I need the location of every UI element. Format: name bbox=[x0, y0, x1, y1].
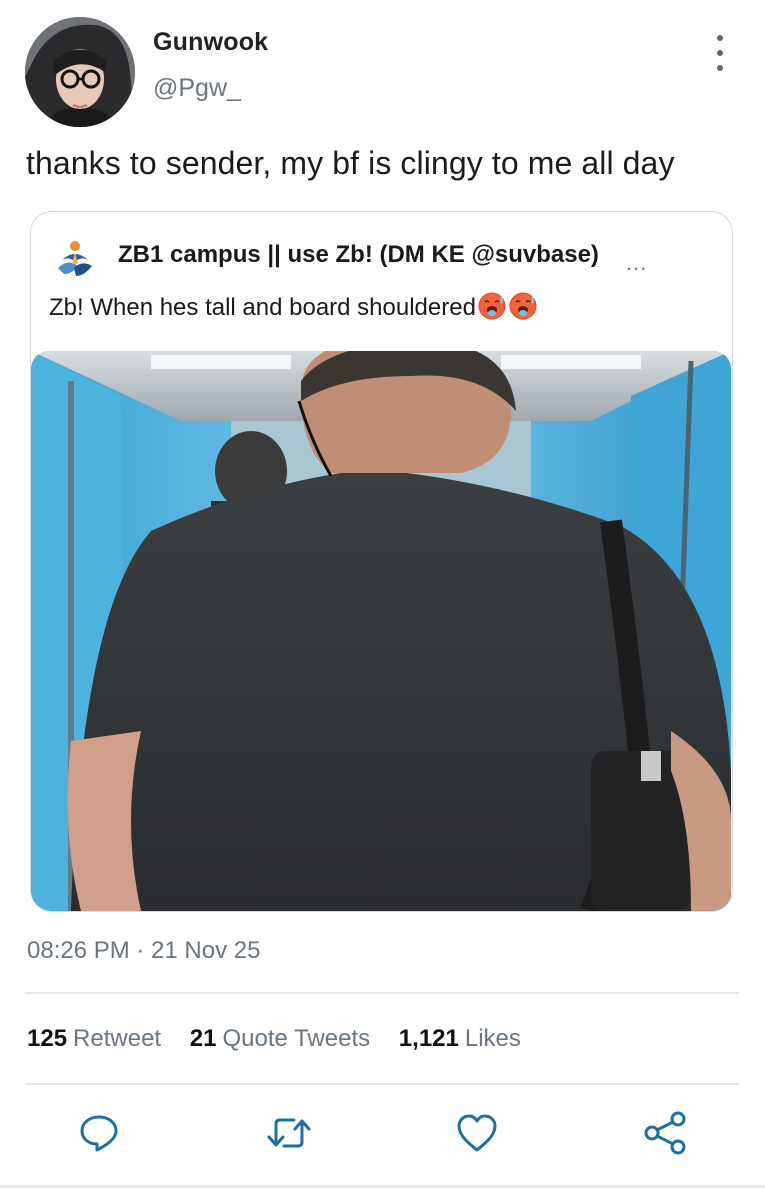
quoted-author-avatar[interactable] bbox=[54, 238, 96, 280]
like-icon bbox=[457, 1114, 497, 1152]
quote-tweets-label: Quote Tweets bbox=[222, 1025, 371, 1052]
retweet-count: 125 bbox=[27, 1025, 68, 1052]
tweet-detail: Gunwook @Pgw_ thanks to sender, my bf is… bbox=[0, 0, 765, 1200]
author-avatar[interactable] bbox=[25, 17, 135, 127]
retweet-button[interactable] bbox=[264, 1108, 314, 1158]
divider bbox=[25, 1083, 739, 1085]
hot-face-emoji-icon bbox=[478, 292, 506, 320]
author-handle[interactable]: @Pgw_ bbox=[153, 74, 241, 103]
likes-count: 1,121 bbox=[398, 1025, 459, 1052]
author-display-name[interactable]: Gunwook bbox=[153, 28, 268, 57]
retweet-label: Retweet bbox=[73, 1025, 162, 1052]
hot-face-emoji-icon bbox=[509, 292, 537, 320]
quoted-video-thumbnail[interactable] bbox=[31, 351, 731, 911]
divider bbox=[25, 992, 739, 994]
tweet-actions bbox=[0, 1108, 765, 1168]
bottom-divider bbox=[0, 1185, 765, 1188]
quoted-author-name[interactable]: ZB1 campus || use Zb! (DM KE @suvbase) bbox=[118, 241, 599, 269]
more-vertical-icon-dot bbox=[717, 50, 723, 56]
tweet-timestamp[interactable]: 08:26 PM · 21 Nov 25 bbox=[27, 937, 260, 965]
likes-link[interactable]: 1,121 Likes bbox=[399, 1025, 521, 1053]
reply-button[interactable] bbox=[74, 1108, 124, 1158]
campus-logo-icon bbox=[58, 241, 92, 276]
avatar-photo bbox=[25, 17, 135, 127]
engagement-stats: 125 Retweet 21 Quote Tweets 1,121 Likes bbox=[27, 1025, 543, 1053]
quoted-tweet-body: Zb! When hes tall and board shouldered bbox=[49, 294, 476, 321]
more-vertical-icon bbox=[717, 35, 723, 41]
retweet-icon bbox=[267, 1118, 311, 1148]
video-thumbnail-image bbox=[31, 351, 731, 911]
likes-label: Likes bbox=[464, 1025, 521, 1052]
quoted-tweet-card[interactable]: ZB1 campus || use Zb! (DM KE @suvbase) .… bbox=[30, 211, 733, 912]
tweet-text: thanks to sender, my bf is clingy to me … bbox=[26, 145, 675, 181]
quoted-tweet-text: Zb! When hes tall and board shouldered bbox=[49, 291, 538, 322]
quoted-more-label: ... bbox=[626, 250, 648, 275]
share-icon bbox=[644, 1111, 686, 1155]
more-options-button[interactable] bbox=[706, 35, 734, 71]
quote-tweets-count: 21 bbox=[189, 1025, 217, 1052]
retweet-count-link[interactable]: 125 Retweet bbox=[27, 1025, 161, 1053]
share-button[interactable] bbox=[640, 1108, 690, 1158]
like-button[interactable] bbox=[452, 1108, 502, 1158]
more-vertical-icon-dot bbox=[717, 65, 723, 71]
quote-tweets-link[interactable]: 21 Quote Tweets bbox=[190, 1025, 370, 1053]
reply-icon bbox=[80, 1115, 118, 1152]
